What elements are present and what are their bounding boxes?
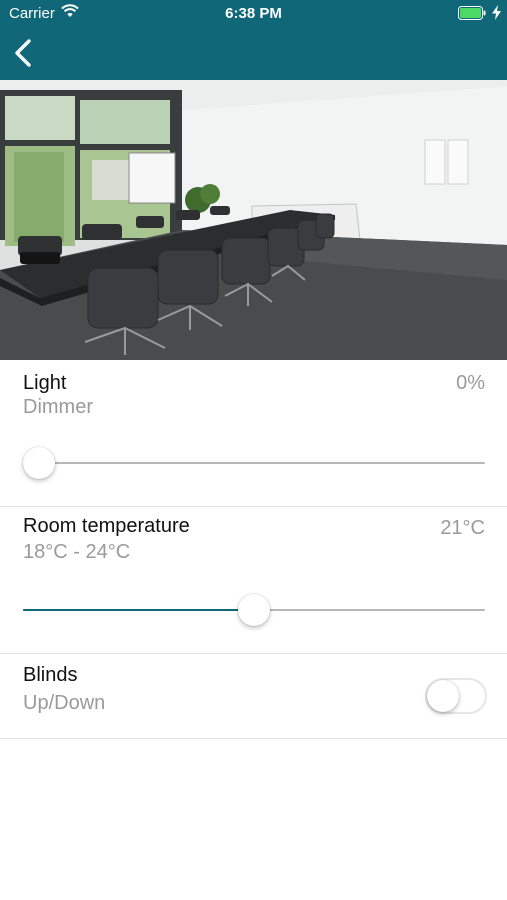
temperature-value: 21°C [440,517,485,539]
temperature-range: 18°C - 24°C [23,541,131,563]
slider-track-fill [23,609,254,611]
light-dimmer-slider[interactable] [23,443,485,483]
light-title: Light [23,372,67,394]
back-button[interactable] [12,38,40,68]
temperature-control-row: Room temperature 18°C - 24°C 21°C [0,507,507,654]
temperature-slider[interactable] [23,590,485,630]
light-subtitle: Dimmer [23,396,93,418]
blinds-control-row: Blinds Up/Down [0,654,507,739]
blinds-title: Blinds [23,664,78,686]
slider-track [23,462,485,464]
light-value: 0% [456,372,485,394]
battery-icon [458,6,486,20]
blinds-toggle[interactable] [425,678,487,714]
status-bar: Carrier 6:38 PM [0,0,507,28]
light-control-row: Light Dimmer 0% [0,360,507,507]
chevron-left-icon [15,39,31,67]
toggle-knob [427,680,459,712]
slider-thumb[interactable] [23,447,55,479]
clock: 6:38 PM [225,5,282,22]
temperature-title: Room temperature [23,515,190,537]
app-header: Carrier 6:38 PM [0,0,507,80]
bolt-icon [492,5,501,24]
conference-room-photo [0,80,507,360]
blinds-subtitle: Up/Down [23,692,106,714]
slider-thumb[interactable] [238,594,270,626]
